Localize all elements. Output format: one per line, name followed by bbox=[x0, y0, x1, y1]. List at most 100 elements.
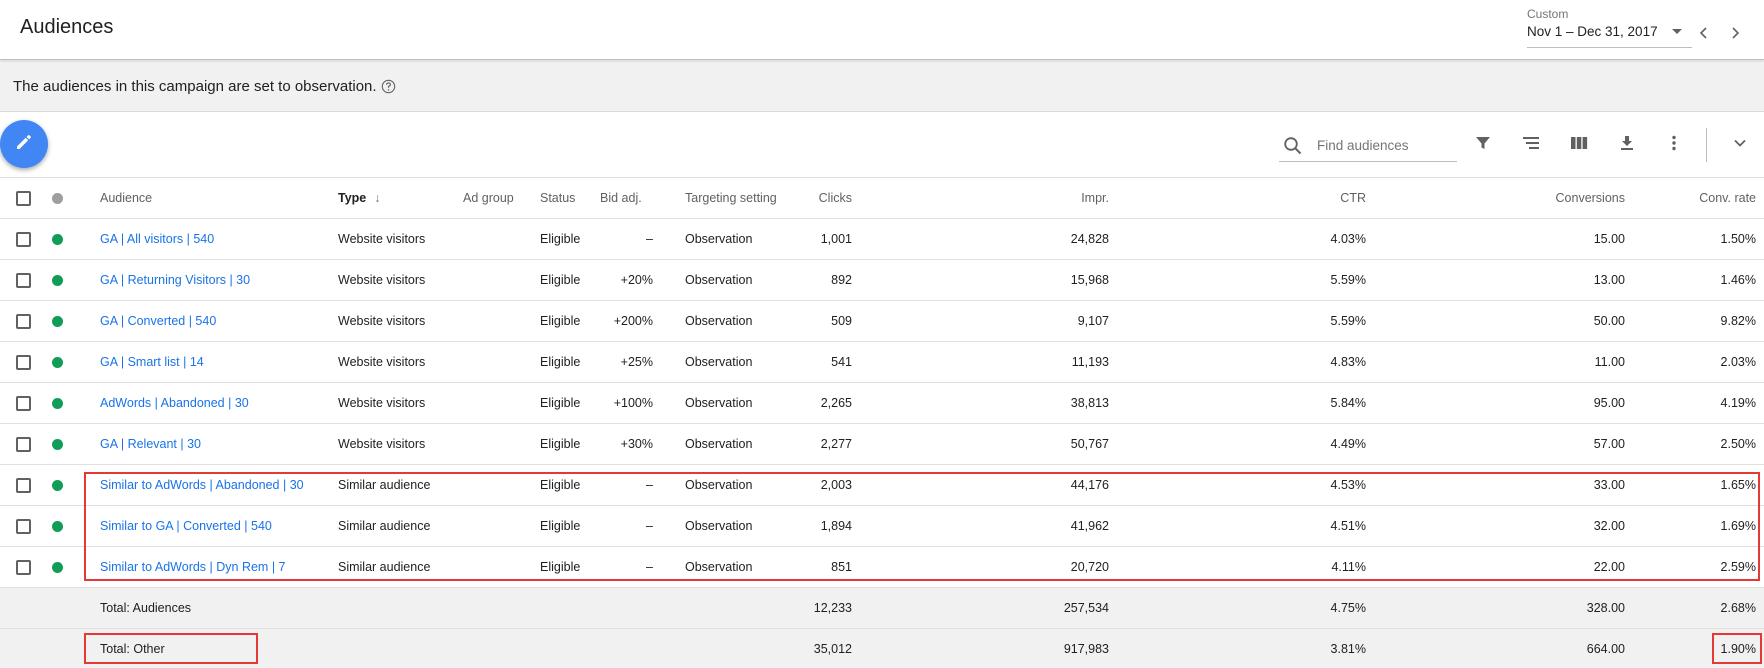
targeting-cell: Observation bbox=[685, 232, 753, 246]
date-range-picker[interactable]: Nov 1 – Dec 31, 2017 bbox=[1527, 24, 1692, 48]
impr-cell: 41,962 bbox=[1070, 519, 1109, 533]
clicks-cell: 2,265 bbox=[820, 396, 852, 410]
bid-adj-cell[interactable]: +200% bbox=[600, 301, 653, 341]
row-checkbox[interactable] bbox=[16, 355, 31, 370]
audience-link[interactable]: Similar to GA | Converted | 540 bbox=[100, 506, 330, 546]
row-checkbox[interactable] bbox=[16, 232, 31, 247]
bid-adj-cell[interactable]: – bbox=[600, 547, 653, 587]
column-header-ctr[interactable]: CTR bbox=[1250, 178, 1366, 218]
status-enabled-icon bbox=[52, 275, 63, 286]
collapse-button[interactable] bbox=[1727, 132, 1753, 158]
audience-link[interactable]: AdWords | Abandoned | 30 bbox=[100, 383, 330, 423]
ctr-cell: 4.11% bbox=[1331, 560, 1366, 574]
audience-link[interactable]: GA | Smart list | 14 bbox=[100, 342, 330, 382]
conversions-cell: 57.00 bbox=[1593, 437, 1625, 451]
bid-adj-cell[interactable]: – bbox=[600, 219, 653, 259]
column-header-impr[interactable]: Impr. bbox=[1000, 178, 1109, 218]
table-row: GA | All visitors | 540 Website visitors… bbox=[0, 219, 1764, 260]
chevron-left-icon[interactable] bbox=[1693, 22, 1715, 44]
segment-icon bbox=[1522, 134, 1540, 157]
bid-adj-cell[interactable]: +100% bbox=[600, 383, 653, 423]
audience-link[interactable]: GA | Converted | 540 bbox=[100, 301, 330, 341]
audience-link[interactable]: GA | Relevant | 30 bbox=[100, 424, 330, 464]
search-icon bbox=[1283, 136, 1303, 161]
column-header-conv-rate[interactable]: Conv. rate bbox=[1660, 178, 1756, 218]
column-header-audience[interactable]: Audience bbox=[100, 178, 330, 218]
download-button[interactable] bbox=[1614, 132, 1640, 158]
more-options-button[interactable] bbox=[1661, 132, 1687, 158]
status-header-icon[interactable] bbox=[52, 193, 63, 204]
conv-rate-cell: 4.19% bbox=[1720, 396, 1756, 410]
row-checkbox[interactable] bbox=[16, 314, 31, 329]
bid-adj-cell[interactable]: – bbox=[600, 465, 653, 505]
type-cell: Similar audience bbox=[338, 560, 431, 574]
conv-rate-cell: 1.65% bbox=[1720, 478, 1756, 492]
impr-cell: 24,828 bbox=[1070, 232, 1109, 246]
bid-adj-cell[interactable]: +20% bbox=[600, 260, 653, 300]
total-conv-rate: 2.68% bbox=[1720, 601, 1756, 615]
conv-rate-cell: 2.59% bbox=[1720, 560, 1756, 574]
total-row: Total: Other 35,012 917,983 3.81% 664.00… bbox=[0, 629, 1764, 668]
row-checkbox[interactable] bbox=[16, 437, 31, 452]
conversions-cell: 95.00 bbox=[1593, 396, 1625, 410]
type-cell: Website visitors bbox=[338, 232, 426, 246]
impr-cell: 20,720 bbox=[1070, 560, 1109, 574]
edit-fab-button[interactable] bbox=[0, 120, 48, 168]
status-cell: Eligible bbox=[540, 314, 581, 328]
total-clicks: 12,233 bbox=[813, 601, 852, 615]
column-header-type[interactable]: Type ↓ bbox=[338, 178, 458, 218]
help-circle-icon[interactable] bbox=[381, 79, 396, 94]
total-clicks: 35,012 bbox=[813, 642, 852, 656]
row-checkbox[interactable] bbox=[16, 396, 31, 411]
row-checkbox[interactable] bbox=[16, 519, 31, 534]
conversions-cell: 22.00 bbox=[1593, 560, 1625, 574]
conversions-cell: 11.00 bbox=[1594, 355, 1625, 369]
column-header-ad-group[interactable]: Ad group bbox=[463, 178, 528, 218]
row-checkbox[interactable] bbox=[16, 560, 31, 575]
pencil-icon bbox=[14, 132, 34, 157]
column-header-status[interactable]: Status bbox=[540, 178, 600, 218]
conversions-cell: 50.00 bbox=[1593, 314, 1625, 328]
clicks-cell: 541 bbox=[831, 355, 852, 369]
impr-cell: 38,813 bbox=[1070, 396, 1109, 410]
type-cell: Website visitors bbox=[338, 314, 426, 328]
segment-button[interactable] bbox=[1518, 132, 1544, 158]
audience-link[interactable]: Similar to AdWords | Dyn Rem | 7 bbox=[100, 547, 330, 587]
clicks-cell: 851 bbox=[831, 560, 852, 574]
ctr-cell: 5.84% bbox=[1330, 396, 1366, 410]
status-cell: Eligible bbox=[540, 273, 581, 287]
column-header-targeting[interactable]: Targeting setting bbox=[685, 178, 795, 218]
observation-banner: The audiences in this campaign are set t… bbox=[0, 61, 1764, 112]
column-header-clicks[interactable]: Clicks bbox=[780, 178, 852, 218]
status-enabled-icon bbox=[52, 521, 63, 532]
bid-adj-cell[interactable]: +30% bbox=[600, 424, 653, 464]
clicks-cell: 1,001 bbox=[820, 232, 852, 246]
download-icon bbox=[1618, 134, 1636, 157]
status-enabled-icon bbox=[52, 398, 63, 409]
audience-link[interactable]: GA | Returning Visitors | 30 bbox=[100, 260, 330, 300]
audience-link[interactable]: Similar to AdWords | Abandoned | 30 bbox=[100, 465, 330, 505]
table-row: AdWords | Abandoned | 30 Website visitor… bbox=[0, 383, 1764, 424]
total-impr: 917,983 bbox=[1063, 642, 1109, 656]
row-checkbox[interactable] bbox=[16, 273, 31, 288]
columns-button[interactable] bbox=[1566, 132, 1592, 158]
bid-adj-cell[interactable]: – bbox=[600, 506, 653, 546]
ctr-cell: 4.53% bbox=[1330, 478, 1366, 492]
status-cell: Eligible bbox=[540, 355, 581, 369]
filter-button[interactable] bbox=[1470, 132, 1496, 158]
row-checkbox[interactable] bbox=[16, 478, 31, 493]
type-cell: Website visitors bbox=[338, 396, 426, 410]
bid-adj-cell[interactable]: +25% bbox=[600, 342, 653, 382]
status-cell: Eligible bbox=[540, 437, 581, 451]
column-header-conversions[interactable]: Conversions bbox=[1500, 178, 1625, 218]
table-row: Similar to AdWords | Dyn Rem | 7 Similar… bbox=[0, 547, 1764, 588]
chevron-down-icon[interactable] bbox=[1672, 29, 1682, 34]
audience-link[interactable]: GA | All visitors | 540 bbox=[100, 219, 330, 259]
chevron-right-icon[interactable] bbox=[1724, 22, 1746, 44]
targeting-cell: Observation bbox=[685, 560, 753, 574]
column-header-bid-adj[interactable]: Bid adj. bbox=[600, 178, 653, 218]
filter-icon bbox=[1474, 134, 1492, 157]
search-input[interactable] bbox=[1317, 135, 1452, 155]
select-all-checkbox[interactable] bbox=[16, 191, 31, 206]
ctr-cell: 5.59% bbox=[1330, 314, 1366, 328]
